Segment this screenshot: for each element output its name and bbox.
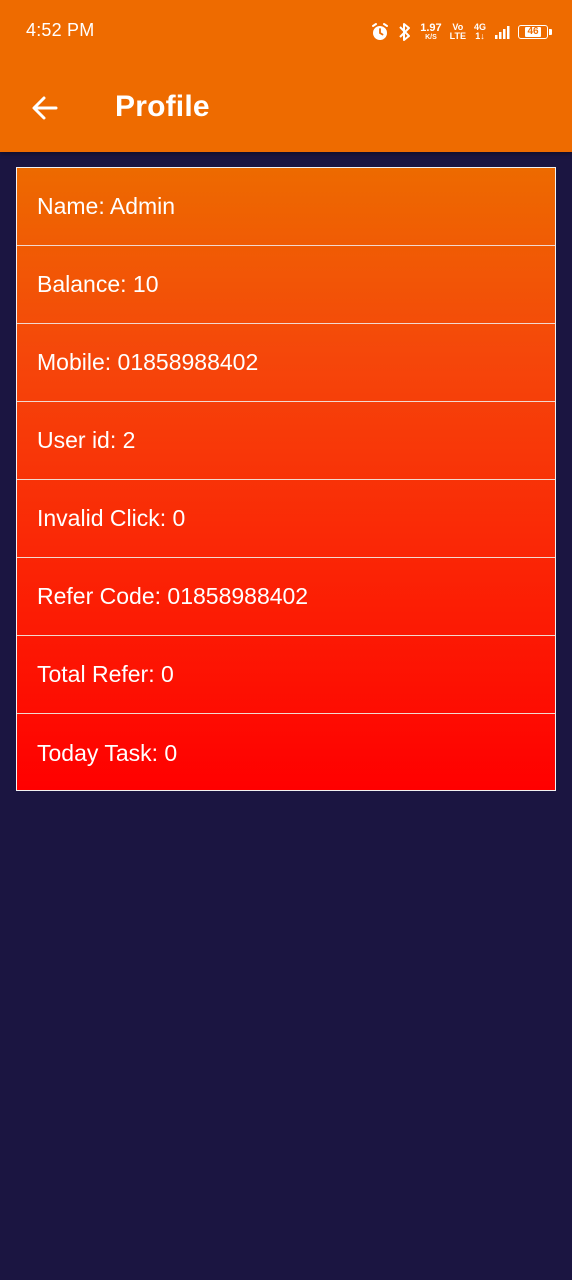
status-icons: 1.97 K/S Vo LTE 4G 1↓ 46: [370, 18, 552, 46]
profile-row-total-refer: Total Refer: 0: [17, 636, 555, 714]
signal-icon: [494, 24, 510, 40]
profile-row-balance: Balance: 10: [17, 246, 555, 324]
back-button[interactable]: [28, 88, 62, 128]
status-bar: 4:52 PM 1.97 K/S Vo LTE 4G 1↓ 46: [0, 0, 572, 64]
profile-row-invalid-click: Invalid Click: 0: [17, 480, 555, 558]
network-type-indicator: 4G 1↓: [473, 22, 486, 41]
page-title: Profile: [115, 90, 210, 123]
profile-card: Name: Admin Balance: 10 Mobile: 01858988…: [16, 167, 556, 791]
volte-indicator: Vo LTE: [449, 22, 466, 41]
profile-row-refer-code: Refer Code: 01858988402: [17, 558, 555, 636]
network-speed: 1.97 K/S: [420, 22, 442, 42]
app-bar: 4:52 PM 1.97 K/S Vo LTE 4G 1↓ 46 Profile: [0, 0, 572, 152]
alarm-icon: [370, 22, 390, 42]
profile-row-name: Name: Admin: [17, 168, 555, 246]
profile-row-user-id: User id: 2: [17, 402, 555, 480]
battery-icon: 46: [518, 25, 552, 39]
bluetooth-icon: [398, 22, 412, 42]
arrow-left-icon: [32, 96, 58, 120]
status-time: 4:52 PM: [26, 20, 95, 40]
profile-row-today-task: Today Task: 0: [37, 739, 178, 766]
profile-row-mobile: Mobile: 01858988402: [17, 324, 555, 402]
